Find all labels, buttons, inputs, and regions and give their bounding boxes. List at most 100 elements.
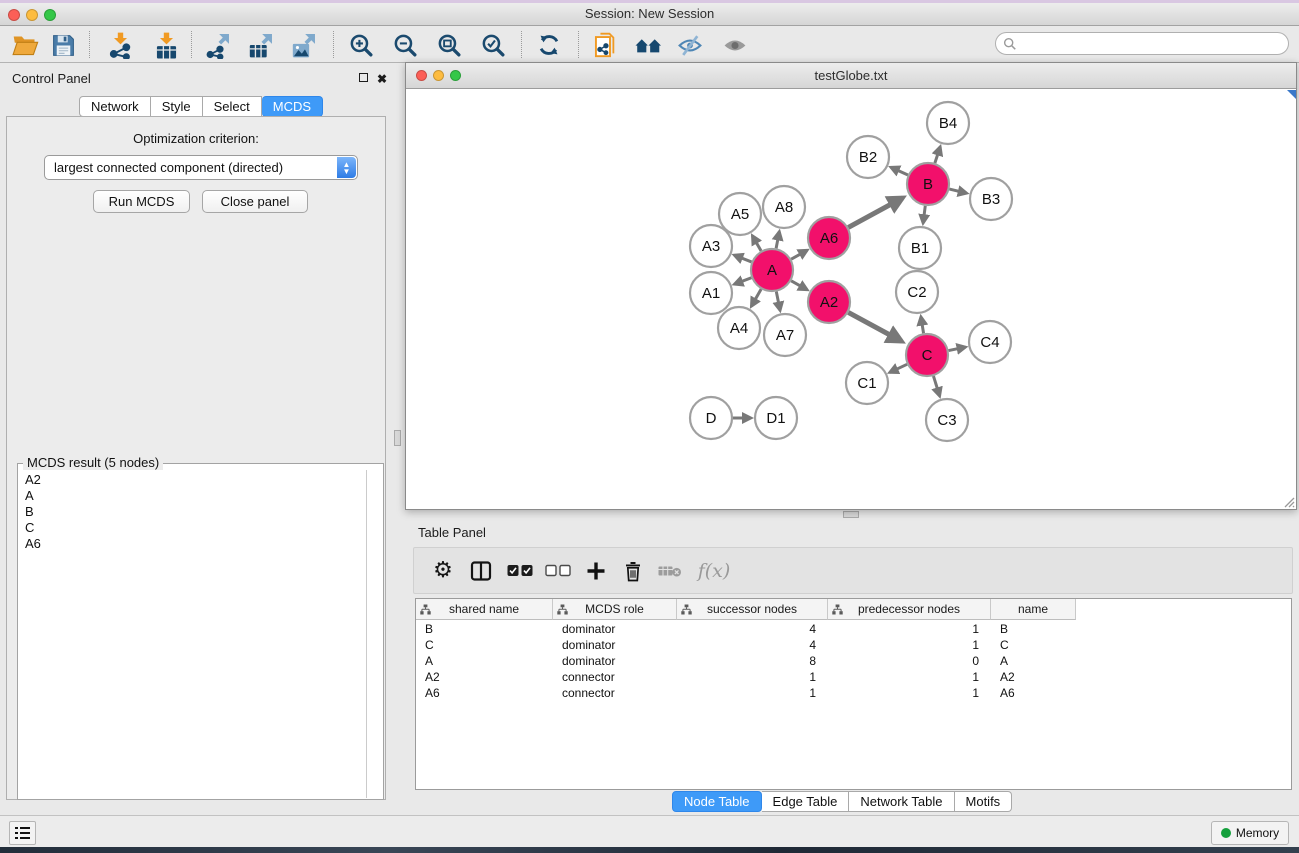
column-header-predecessor-nodes[interactable]: predecessor nodes bbox=[828, 599, 991, 620]
table-row[interactable]: Bdominator41B bbox=[416, 621, 1076, 637]
node-C[interactable]: C bbox=[906, 334, 948, 376]
edge-A-A6[interactable] bbox=[791, 250, 807, 259]
mcds-result-item[interactable]: A bbox=[19, 488, 366, 504]
import-table-button[interactable] bbox=[149, 29, 183, 61]
show-all-columns-button[interactable] bbox=[505, 548, 535, 593]
close-network-window-button[interactable] bbox=[416, 70, 427, 81]
table-tab-edge-table[interactable]: Edge Table bbox=[762, 791, 850, 812]
network-window-titlebar[interactable]: testGlobe.txt bbox=[406, 63, 1296, 89]
table-tab-motifs[interactable]: Motifs bbox=[955, 791, 1013, 812]
node-B4[interactable]: B4 bbox=[927, 102, 969, 144]
criterion-dropdown[interactable]: largest connected component (directed) ▲… bbox=[44, 155, 358, 180]
node-C2[interactable]: C2 bbox=[896, 271, 938, 313]
node-D1[interactable]: D1 bbox=[755, 397, 797, 439]
edge-B-B3[interactable] bbox=[949, 189, 966, 193]
close-panel-icon[interactable]: ✖ bbox=[377, 73, 387, 85]
export-network-button[interactable] bbox=[200, 29, 234, 61]
edge-A6-B[interactable] bbox=[848, 198, 902, 228]
show-graphics-details-button[interactable] bbox=[718, 29, 752, 61]
birds-eye-toggle-icon[interactable] bbox=[1287, 90, 1296, 99]
app-titlebar[interactable]: Session: New Session bbox=[0, 3, 1299, 26]
save-session-button[interactable] bbox=[46, 29, 80, 61]
edge-C-C1[interactable] bbox=[890, 364, 907, 372]
edge-A-A5[interactable] bbox=[752, 236, 761, 251]
edge-C-C3[interactable] bbox=[933, 376, 939, 396]
node-A1[interactable]: A1 bbox=[690, 272, 732, 314]
table-tab-node-table[interactable]: Node Table bbox=[672, 791, 762, 812]
split-columns-button[interactable] bbox=[466, 548, 496, 593]
zoom-fit-button[interactable] bbox=[432, 29, 466, 61]
delete-table-button[interactable] bbox=[655, 548, 685, 593]
search-field[interactable] bbox=[995, 32, 1289, 55]
close-window-button[interactable] bbox=[8, 9, 20, 21]
table-row[interactable]: A2connector11A2 bbox=[416, 669, 1076, 685]
zoom-selected-button[interactable] bbox=[476, 29, 510, 61]
node-A6[interactable]: A6 bbox=[808, 217, 850, 259]
column-header-successor-nodes[interactable]: successor nodes bbox=[677, 599, 828, 620]
table-row[interactable]: Adominator80A bbox=[416, 653, 1076, 669]
mcds-result-item[interactable]: A2 bbox=[19, 472, 366, 488]
refresh-button[interactable] bbox=[532, 29, 566, 61]
edge-A2-C[interactable] bbox=[848, 312, 901, 341]
node-C3[interactable]: C3 bbox=[926, 399, 968, 441]
minimize-window-button[interactable] bbox=[26, 9, 38, 21]
edge-A-A1[interactable] bbox=[734, 278, 751, 284]
edge-A-A7[interactable] bbox=[776, 292, 780, 311]
node-B1[interactable]: B1 bbox=[899, 227, 941, 269]
delete-column-button[interactable] bbox=[618, 548, 648, 593]
node-A[interactable]: A bbox=[751, 249, 793, 291]
horizontal-splitter-grip[interactable] bbox=[843, 511, 859, 518]
open-session-button[interactable] bbox=[8, 29, 42, 61]
node-A4[interactable]: A4 bbox=[718, 307, 760, 349]
minimize-network-window-button[interactable] bbox=[433, 70, 444, 81]
zoom-in-button[interactable] bbox=[344, 29, 378, 61]
network-canvas[interactable]: B4B2BB3B1A5A8A3A6AA1A2C2A4A7C4CC1C3DD1 bbox=[406, 90, 1296, 509]
mcds-result-item[interactable]: C bbox=[19, 520, 366, 536]
mcds-result-list[interactable]: A2ABCA6 bbox=[19, 472, 366, 798]
close-panel-button[interactable]: Close panel bbox=[202, 190, 308, 213]
hide-graphics-details-button[interactable] bbox=[673, 29, 707, 61]
edge-C-C4[interactable] bbox=[949, 347, 966, 351]
edge-A-A2[interactable] bbox=[791, 281, 807, 290]
export-image-button[interactable] bbox=[286, 29, 320, 61]
home-button[interactable] bbox=[631, 29, 665, 61]
table-tab-network-table[interactable]: Network Table bbox=[849, 791, 954, 812]
node-A3[interactable]: A3 bbox=[690, 225, 732, 267]
column-header-name[interactable]: name bbox=[991, 599, 1076, 620]
column-header-mcds-role[interactable]: MCDS role bbox=[553, 599, 677, 620]
node-B2[interactable]: B2 bbox=[847, 136, 889, 178]
mcds-result-item[interactable]: B bbox=[19, 504, 366, 520]
table-row[interactable]: Cdominator41C bbox=[416, 637, 1076, 653]
create-column-button[interactable] bbox=[581, 548, 611, 593]
tab-mcds[interactable]: MCDS bbox=[262, 96, 323, 117]
zoom-window-button[interactable] bbox=[44, 9, 56, 21]
column-header-shared-name[interactable]: shared name bbox=[416, 599, 553, 620]
edge-B-B2[interactable] bbox=[891, 167, 908, 175]
zoom-out-button[interactable] bbox=[388, 29, 422, 61]
table-row[interactable]: A6connector11A6 bbox=[416, 685, 1076, 701]
tab-select[interactable]: Select bbox=[203, 96, 262, 117]
mcds-result-item[interactable]: A6 bbox=[19, 536, 366, 552]
tab-network[interactable]: Network bbox=[79, 96, 151, 117]
node-C4[interactable]: C4 bbox=[969, 321, 1011, 363]
node-A2[interactable]: A2 bbox=[808, 281, 850, 323]
memory-button[interactable]: Memory bbox=[1211, 821, 1289, 845]
search-input[interactable] bbox=[1021, 35, 1288, 53]
node-A8[interactable]: A8 bbox=[763, 186, 805, 228]
import-network-button[interactable] bbox=[103, 29, 137, 61]
edge-A-A8[interactable] bbox=[776, 232, 779, 249]
node-C1[interactable]: C1 bbox=[846, 362, 888, 404]
edge-B-B1[interactable] bbox=[923, 206, 925, 223]
export-table-button[interactable] bbox=[243, 29, 277, 61]
node-B3[interactable]: B3 bbox=[970, 178, 1012, 220]
run-mcds-button[interactable]: Run MCDS bbox=[93, 190, 190, 213]
hide-all-columns-button[interactable] bbox=[543, 548, 573, 593]
float-panel-icon[interactable] bbox=[359, 73, 368, 82]
node-A7[interactable]: A7 bbox=[764, 314, 806, 356]
function-builder-button[interactable]: f(x) bbox=[694, 548, 734, 593]
edge-A-A4[interactable] bbox=[751, 289, 761, 306]
new-network-from-file-button[interactable] bbox=[588, 29, 622, 61]
edge-B-B4[interactable] bbox=[935, 147, 940, 163]
node-D[interactable]: D bbox=[690, 397, 732, 439]
vertical-splitter-grip[interactable] bbox=[394, 430, 401, 446]
